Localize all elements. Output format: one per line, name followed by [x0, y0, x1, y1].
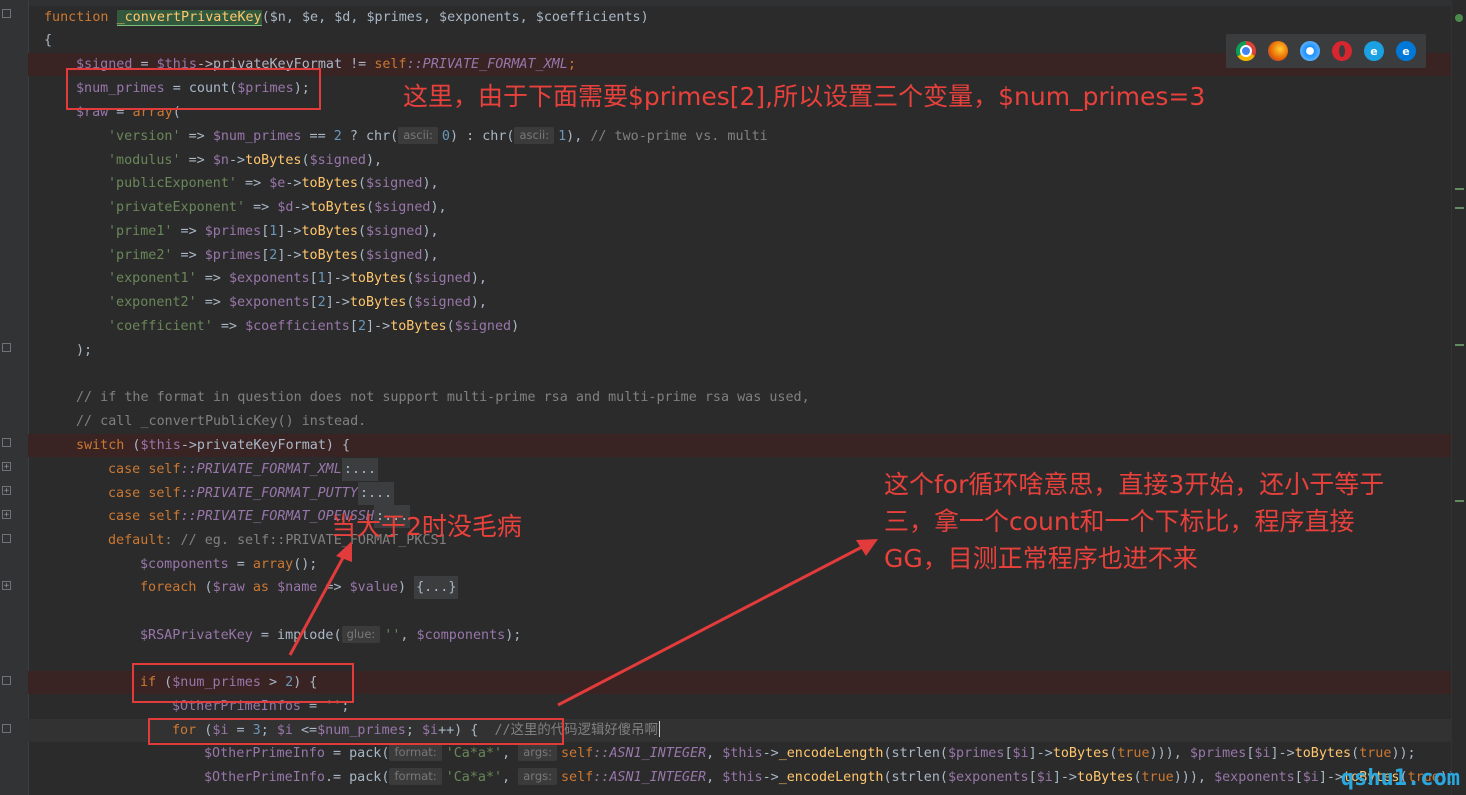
change-marker[interactable]	[1455, 344, 1464, 346]
edge-icon[interactable]: e	[1396, 41, 1416, 61]
annotation-arrows	[288, 539, 878, 707]
browser-preview-bar: e e	[1226, 34, 1426, 68]
opera-icon[interactable]	[1332, 41, 1352, 61]
arrow-line-gt2	[288, 553, 347, 656]
change-marker[interactable]	[1455, 207, 1464, 209]
inspection-ok-icon	[1455, 14, 1463, 22]
change-marker[interactable]	[1455, 500, 1464, 502]
arrow-head-gt2	[336, 541, 352, 562]
ie-icon[interactable]: e	[1364, 41, 1384, 61]
arrow-line-for	[557, 545, 863, 707]
safari-icon[interactable]	[1300, 41, 1320, 61]
firefox-icon[interactable]	[1268, 41, 1288, 61]
editor-scrollbar[interactable]	[1451, 0, 1466, 795]
change-marker[interactable]	[1455, 188, 1464, 190]
watermark: qshu1.com	[1340, 766, 1460, 791]
chrome-icon[interactable]	[1236, 41, 1256, 61]
